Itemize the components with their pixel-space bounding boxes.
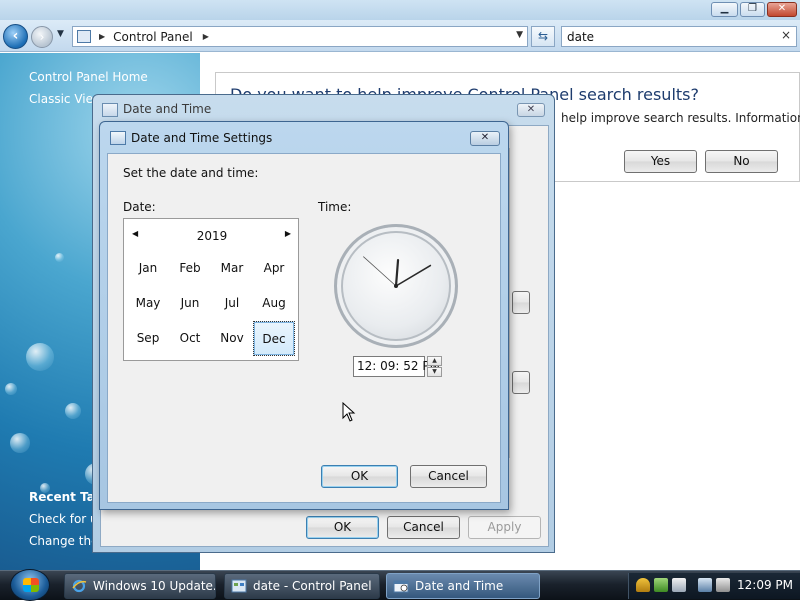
month-jul[interactable]: Jul <box>211 286 253 321</box>
security-shield-icon[interactable] <box>636 578 650 592</box>
date-label: Date: <box>123 200 156 214</box>
window-title: Date and Time <box>123 102 212 116</box>
ok-button[interactable]: OK <box>306 516 379 539</box>
volume-muted-icon[interactable] <box>716 578 730 592</box>
taskbar-button-ie[interactable]: Windows 10 Update... <box>64 573 216 599</box>
close-button[interactable]: ✕ <box>767 2 797 17</box>
apply-button[interactable]: Apply <box>468 516 541 539</box>
close-button[interactable]: ✕ <box>470 131 500 146</box>
taskbar-button-label: Date and Time <box>415 579 504 593</box>
month-mar[interactable]: Mar <box>211 251 253 286</box>
cancel-button[interactable]: Cancel <box>387 516 460 539</box>
taskbar: Windows 10 Update... date - Control Pane… <box>0 569 800 601</box>
time-input[interactable]: 12: 09: 52 PM <box>353 356 440 377</box>
close-button[interactable]: ✕ <box>517 103 545 117</box>
month-nov[interactable]: Nov <box>211 321 253 356</box>
maximize-button[interactable]: ❐ <box>740 2 765 17</box>
bubble-decoration <box>26 343 54 371</box>
minimize-button[interactable]: ▁ <box>711 2 738 17</box>
hour-hand <box>394 258 400 288</box>
window-title-bar: ▁ ❐ ✕ <box>0 0 800 20</box>
month-jan[interactable]: Jan <box>127 251 169 286</box>
spin-down-icon[interactable]: ▼ <box>427 367 442 377</box>
navigation-bar: ‹ › ▼ ▶ Control Panel ▶ ▼ ⇆ date × <box>0 20 800 52</box>
breadcrumb-control-panel[interactable]: Control Panel <box>113 30 193 44</box>
change-button[interactable] <box>512 371 530 394</box>
date-time-settings-dialog: Date and Time Settings ✕ Set the date an… <box>99 121 509 510</box>
taskbar-clock[interactable]: 12:09 PM <box>737 578 793 592</box>
search-input[interactable]: date × <box>561 26 797 47</box>
breadcrumb-arrow-icon[interactable]: ▶ <box>203 32 209 41</box>
minute-hand <box>395 264 432 287</box>
change-button[interactable] <box>512 291 530 314</box>
tab-panel-edge <box>509 148 510 458</box>
mouse-cursor-icon <box>342 402 356 422</box>
time-label: Time: <box>318 200 352 214</box>
windows-logo-icon <box>23 578 39 592</box>
network-icon[interactable] <box>698 578 712 592</box>
notification-area: 12:09 PM <box>628 573 800 599</box>
bubble-decoration <box>10 433 30 453</box>
month-jun[interactable]: Jun <box>169 286 211 321</box>
dialog-body: Set the date and time: Date: Time: ◀ 201… <box>107 153 501 503</box>
clock-center <box>394 284 398 288</box>
yes-button[interactable]: Yes <box>624 150 697 173</box>
no-button[interactable]: No <box>705 150 778 173</box>
bubble-decoration <box>55 253 64 262</box>
network-status-icon[interactable] <box>672 578 686 592</box>
date-time-icon <box>110 131 126 145</box>
month-feb[interactable]: Feb <box>169 251 211 286</box>
calendar: ◀ 2019 ▶ Jan Feb Mar Apr May Jun Jul Aug… <box>123 218 299 361</box>
instruction-text: Set the date and time: <box>123 166 259 180</box>
back-button[interactable]: ‹ <box>3 24 28 49</box>
infobar-text: help improve search results. Information <box>561 111 800 125</box>
bubble-decoration <box>5 383 17 395</box>
month-may[interactable]: May <box>127 286 169 321</box>
start-button[interactable] <box>10 569 50 601</box>
breadcrumb-arrow-icon[interactable]: ▶ <box>99 32 105 41</box>
recent-pages-dropdown[interactable]: ▼ <box>57 29 67 43</box>
control-panel-home-link[interactable]: Control Panel Home <box>29 70 148 84</box>
ok-button[interactable]: OK <box>321 465 398 488</box>
control-panel-icon <box>77 30 91 43</box>
forward-button[interactable]: › <box>31 26 53 48</box>
taskbar-button-date-time[interactable]: Date and Time <box>386 573 540 599</box>
date-time-icon <box>393 580 409 593</box>
taskbar-button-label: date - Control Panel <box>253 579 372 593</box>
search-value: date <box>567 29 595 44</box>
analog-clock <box>334 224 458 348</box>
month-dec[interactable]: Dec <box>253 321 295 356</box>
spin-up-icon[interactable]: ▲ <box>427 356 442 366</box>
cancel-button[interactable]: Cancel <box>410 465 487 488</box>
month-apr[interactable]: Apr <box>253 251 295 286</box>
second-hand <box>363 256 397 287</box>
recent-task-link[interactable]: Change the <box>29 534 98 548</box>
address-dropdown-icon[interactable]: ▼ <box>516 30 523 40</box>
clear-search-icon[interactable]: × <box>781 28 791 42</box>
taskbar-button-label: Windows 10 Update... <box>93 579 216 593</box>
month-aug[interactable]: Aug <box>253 286 295 321</box>
address-bar[interactable]: ▶ Control Panel ▶ ▼ <box>72 26 528 47</box>
month-grid: Jan Feb Mar Apr May Jun Jul Aug Sep Oct … <box>127 251 295 356</box>
refresh-button[interactable]: ⇆ <box>531 26 555 47</box>
month-oct[interactable]: Oct <box>169 321 211 356</box>
clock-face <box>363 256 432 288</box>
update-icon[interactable] <box>654 578 668 592</box>
month-sep[interactable]: Sep <box>127 321 169 356</box>
dialog-title: Date and Time Settings <box>131 131 273 145</box>
date-time-icon <box>102 103 118 117</box>
taskbar-button-control-panel[interactable]: date - Control Panel <box>224 573 380 599</box>
calendar-year-header[interactable]: 2019 <box>124 229 300 243</box>
bubble-decoration <box>65 403 81 419</box>
control-panel-icon <box>231 579 247 593</box>
time-spinner[interactable]: ▲ ▼ <box>427 356 442 377</box>
next-year-icon[interactable]: ▶ <box>285 229 291 238</box>
internet-explorer-icon <box>72 579 87 593</box>
